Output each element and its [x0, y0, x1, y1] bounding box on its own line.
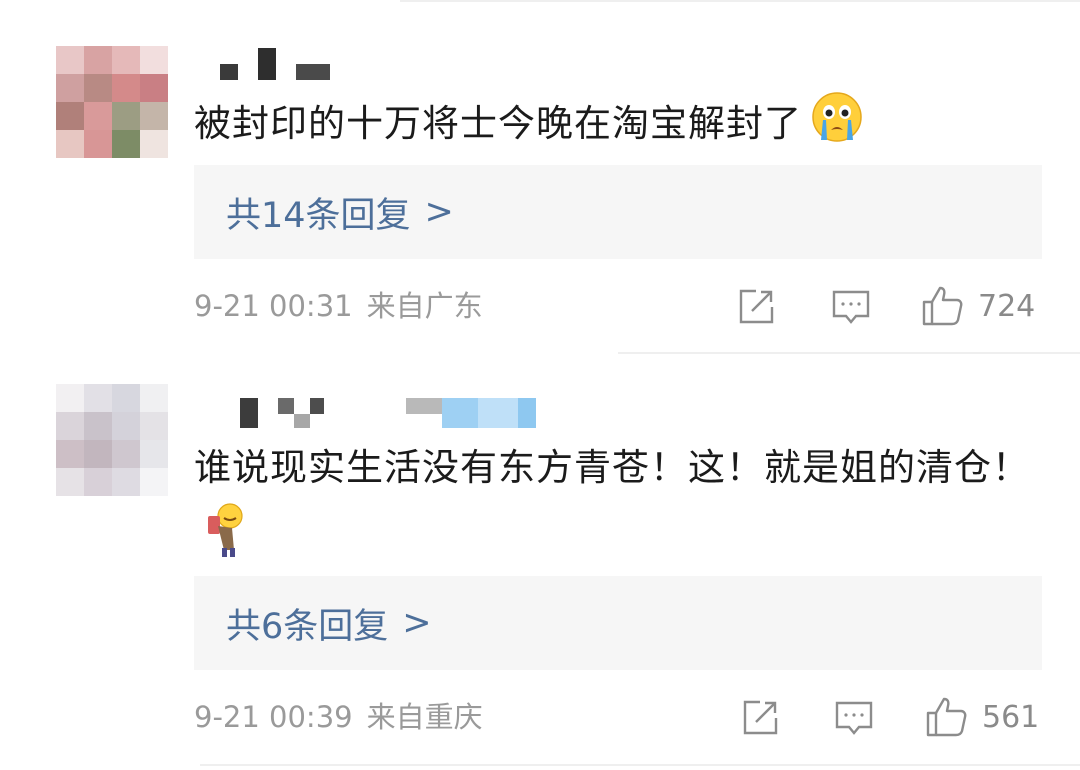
like-count: 561 — [982, 699, 1040, 735]
comment-meta: 9-21 00:31 来自广东 — [194, 286, 483, 326]
like-count: 724 — [978, 288, 1036, 324]
reply-box[interactable]: 共6条回复 > — [194, 576, 1042, 670]
chevron-right-icon: > — [424, 192, 454, 232]
comment-date: 9-21 00:31 — [194, 289, 353, 323]
reply-button[interactable] — [834, 700, 874, 738]
comment-location: 来自广东 — [366, 289, 483, 323]
top-divider — [400, 0, 1080, 2]
share-button[interactable] — [736, 287, 776, 327]
reply-box[interactable]: 共14条回复 > — [194, 165, 1042, 259]
comment-divider — [618, 352, 1080, 354]
reply-button[interactable] — [831, 289, 871, 327]
like-button[interactable]: 724 — [920, 284, 1035, 328]
comment-text: 谁说现实生活没有东方青苍！这！就是姐的清仓！ — [194, 436, 1054, 578]
comment-body: 被封印的十万将士今晚在淘宝解封了 — [194, 102, 802, 145]
comment-date: 9-21 00:39 — [194, 700, 353, 734]
avatar[interactable] — [56, 46, 168, 158]
username-redacted[interactable] — [240, 398, 540, 428]
username-redacted[interactable] — [220, 48, 340, 80]
comment-text: 被封印的十万将士今晚在淘宝解封了 — [194, 90, 1054, 164]
share-icon — [739, 289, 774, 324]
avatar[interactable] — [56, 384, 168, 496]
chevron-right-icon: > — [402, 603, 432, 643]
share-icon — [743, 700, 778, 735]
like-button[interactable]: 561 — [924, 695, 1039, 739]
bowing-person-icon — [202, 500, 250, 578]
view-replies-link[interactable]: 共14条回复 — [226, 187, 411, 238]
comment-body: 谁说现实生活没有东方青苍！这！就是姐的清仓！ — [194, 446, 1030, 489]
thumbs-up-icon — [922, 286, 963, 326]
share-button[interactable] — [740, 698, 780, 738]
comment-location: 来自重庆 — [366, 700, 483, 734]
view-replies-link[interactable]: 共6条回复 — [226, 598, 388, 649]
comment-icon — [835, 701, 873, 735]
bottom-divider — [200, 764, 1080, 766]
comment-meta: 9-21 00:39 来自重庆 — [194, 697, 483, 737]
comment-icon — [832, 290, 870, 324]
thumbs-up-icon — [926, 697, 967, 737]
crying-face-icon — [810, 90, 864, 164]
